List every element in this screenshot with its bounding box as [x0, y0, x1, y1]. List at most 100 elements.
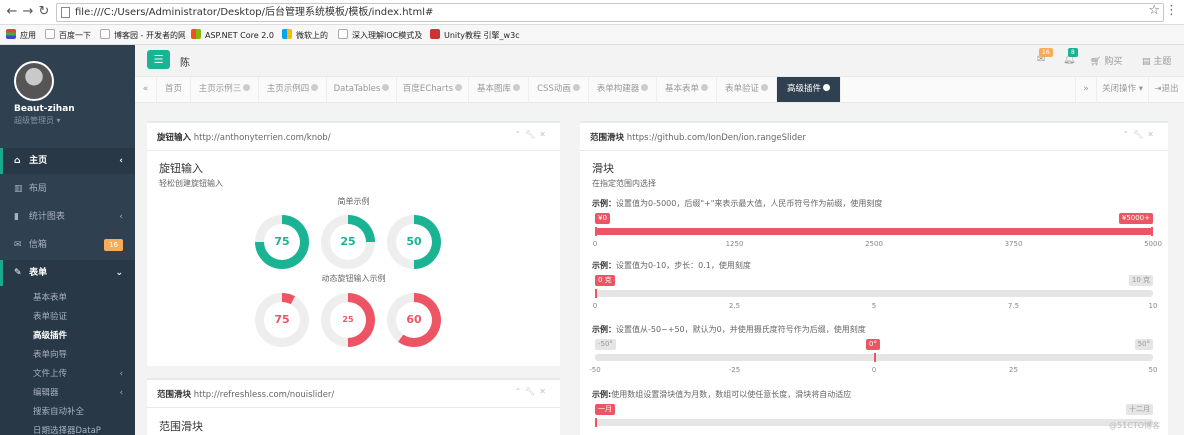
subitem-form-validate[interactable]: 表单验证	[33, 308, 133, 327]
buy-link[interactable]: 🛒︎ 购买	[1090, 54, 1122, 67]
panel-title-text: 范围滑块	[590, 133, 625, 143]
tab-7[interactable]: 表单构建器	[589, 77, 657, 102]
logout-label: 退出	[1161, 84, 1179, 94]
sidebar-item-charts[interactable]: ▮ 统计图表 ‹	[0, 204, 135, 230]
sidebar-item-home[interactable]: ⌂ 主页 ‹	[0, 148, 135, 174]
sidebar-item-label: 布局	[28, 184, 47, 194]
tab-4[interactable]: 百度ECharts	[397, 77, 469, 102]
sidebar-item-forms[interactable]: ✎ 表单 ⌄	[0, 260, 135, 286]
subitem-autocomplete[interactable]: 搜索自动补全	[33, 403, 133, 422]
tab-close-icon[interactable]	[455, 84, 463, 91]
slider-track[interactable]	[595, 290, 1153, 297]
slider-tick-label: 50	[1148, 366, 1158, 374]
sidebar-item-mailbox[interactable]: ✉ 信箱 16	[0, 232, 135, 258]
wrench-icon[interactable]: 🔧︎	[525, 387, 539, 396]
tab-close-icon[interactable]	[243, 84, 251, 91]
back-icon[interactable]: ←	[4, 4, 20, 20]
slider-track[interactable]	[595, 419, 1153, 426]
bookmark-apps[interactable]: 应用	[6, 29, 36, 41]
knob[interactable]: 60	[387, 293, 441, 347]
bookmark-cnblogs[interactable]: 博客园 - 开发者的网	[100, 29, 185, 41]
tab-10[interactable]: 高级插件	[777, 77, 841, 102]
sidebar: Beaut-zihan 超级管理员 ▾ ⌂ 主页 ‹ ▥ 布局 ▮ 统计图表 ‹ ✉…	[0, 45, 135, 435]
collapse-icon[interactable]: ⌃	[1122, 130, 1133, 139]
tab-0[interactable]: 首页	[157, 77, 191, 102]
menu-toggle-button[interactable]: ☰	[147, 50, 170, 69]
tab-close-icon[interactable]	[572, 84, 580, 91]
logout-link[interactable]: ⇥退出	[1149, 77, 1184, 102]
tab-3[interactable]: DataTables	[327, 77, 397, 102]
slider-handle[interactable]	[595, 227, 597, 236]
user-role-label: 超级管理员	[14, 116, 54, 125]
bookmark-unity[interactable]: Unity教程 引擎_w3c	[430, 29, 520, 41]
tab-close-icon[interactable]	[701, 84, 708, 91]
tab-close-icon[interactable]	[823, 84, 830, 91]
knob[interactable]: 25	[321, 293, 375, 347]
tab-close-icon[interactable]	[513, 84, 520, 91]
address-text: file:///C:/Users/Administrator/Desktop/后…	[75, 7, 434, 18]
subitem-basic-form[interactable]: 基本表单	[33, 289, 133, 308]
slider-handle[interactable]	[595, 289, 597, 298]
home-icon: ⌂	[14, 156, 21, 166]
tab-6[interactable]: CSS动画	[529, 77, 589, 102]
close-icon[interactable]: ✕	[1147, 130, 1158, 139]
tab-close-icon[interactable]	[311, 84, 319, 91]
subitem-editor[interactable]: 编辑器 ‹	[33, 384, 133, 403]
collapse-icon[interactable]: ⌃	[514, 387, 525, 396]
slider-handle[interactable]	[874, 353, 876, 362]
subitem-form-wizard[interactable]: 表单向导	[33, 346, 133, 365]
close-icon[interactable]: ✕	[539, 387, 550, 396]
knob[interactable]: 75	[255, 293, 309, 347]
knob-value: 50	[396, 224, 432, 260]
bookmark-microsoft[interactable]: 微软上的	[282, 29, 328, 41]
user-role[interactable]: 超级管理员 ▾	[14, 115, 61, 126]
menu-icon[interactable]: ⋮	[1165, 3, 1178, 18]
apps-icon	[6, 29, 16, 39]
slider-handle[interactable]	[1151, 227, 1153, 236]
knob[interactable]: 25	[321, 215, 375, 269]
slider-tick-label: -50	[589, 366, 601, 374]
wrench-icon[interactable]: 🔧︎	[1133, 130, 1147, 139]
bar-chart-icon: ▮	[14, 212, 19, 222]
bookmark-ioc[interactable]: 深入理解IOC模式及	[338, 29, 423, 41]
tab-scroll-left-button[interactable]: «	[135, 77, 157, 102]
subitem-file-upload[interactable]: 文件上传 ‹	[33, 365, 133, 384]
tab-5[interactable]: 基本图库	[469, 77, 529, 102]
sidebar-item-layout[interactable]: ▥ 布局	[0, 176, 135, 202]
reload-icon[interactable]: ↻	[36, 4, 52, 20]
close-icon[interactable]: ✕	[539, 130, 550, 139]
close-ops-label: 关闭操作	[1102, 84, 1137, 94]
tab-9[interactable]: 表单验证	[717, 77, 777, 102]
tab-close-icon[interactable]	[761, 84, 768, 91]
close-ops-dropdown[interactable]: 关闭操作 ▾	[1097, 77, 1149, 102]
star-icon[interactable]: ☆	[1148, 3, 1160, 18]
subitem-advanced-plugins[interactable]: 高级插件	[33, 327, 133, 346]
tab-scroll-right-button[interactable]: »	[1075, 77, 1097, 102]
bookmark-baidu[interactable]: 百度一下	[45, 29, 91, 41]
slider-handle[interactable]	[595, 418, 597, 427]
page-icon	[100, 29, 110, 39]
bookmark-aspnet[interactable]: ASP.NET Core 2.0	[191, 29, 276, 41]
sidebar-item-label: 表单	[29, 268, 48, 278]
knob[interactable]: 75	[255, 215, 309, 269]
tab-8[interactable]: 基本表单	[657, 77, 717, 102]
collapse-icon[interactable]: ⌃	[514, 130, 525, 139]
knob[interactable]: 50	[387, 215, 441, 269]
avatar[interactable]	[14, 61, 54, 101]
tab-1[interactable]: 主页示例三	[191, 77, 259, 102]
bookmarks-bar: 应用 百度一下 博客园 - 开发者的网 ASP.NET Core 2.0 微软上…	[0, 25, 1184, 45]
slider-desc-prefix: 示例：	[592, 325, 616, 334]
tab-close-icon[interactable]	[382, 84, 390, 91]
bookmark-label: 百度一下	[59, 31, 91, 40]
theme-link[interactable]: ▤ 主题	[1142, 54, 1171, 67]
tab-2[interactable]: 主页示例四	[259, 77, 327, 102]
tab-close-icon[interactable]	[641, 84, 649, 91]
edit-icon: ✎	[14, 268, 22, 278]
wrench-icon[interactable]: 🔧︎	[525, 130, 539, 139]
slider-tick-label: 10	[1148, 302, 1158, 310]
address-bar[interactable]: file:///C:/Users/Administrator/Desktop/后…	[56, 3, 1164, 22]
tab-label: 基本表单	[664, 84, 699, 94]
subitem-datepicker[interactable]: 日期选择器DataP	[33, 422, 133, 435]
chevron-left-icon: ‹	[119, 388, 123, 398]
forward-icon[interactable]: →	[20, 4, 36, 20]
